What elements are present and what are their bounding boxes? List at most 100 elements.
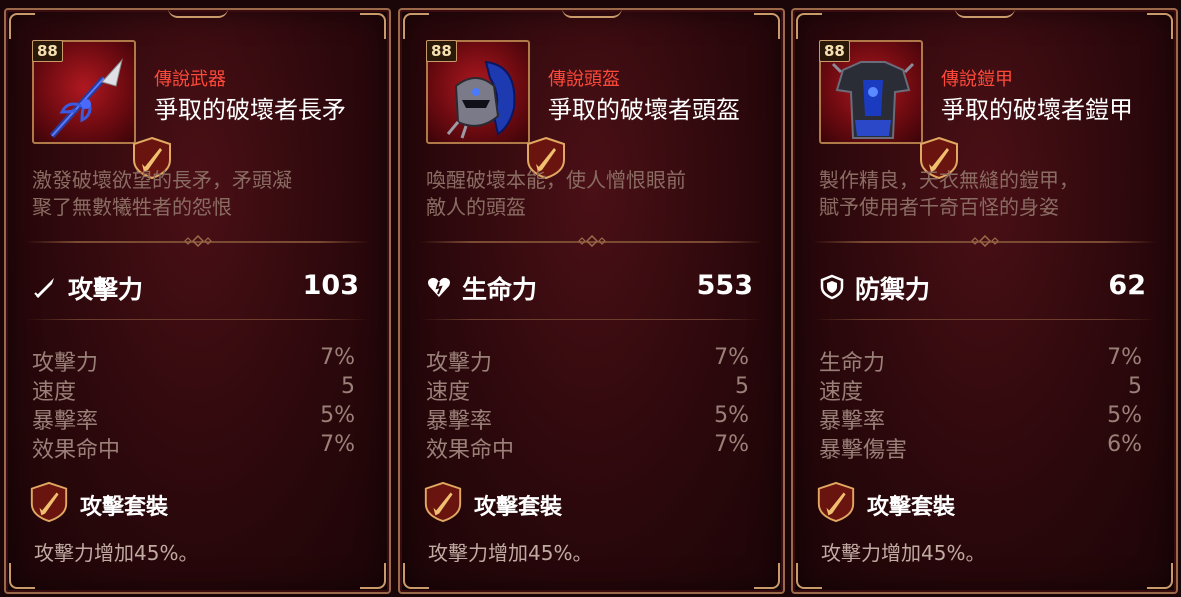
sword-icon	[34, 278, 54, 298]
substat-row: 暴擊率 5%	[819, 403, 1142, 434]
main-stat: 攻擊力 103	[32, 270, 359, 304]
main-stat-value: 553	[696, 270, 753, 301]
level-badge: 88	[32, 40, 63, 62]
frame-corner	[9, 13, 35, 39]
substat-value: 5	[735, 374, 749, 399]
substat-label: 效果命中	[32, 438, 121, 463]
substats-list: 攻擊力 7% 速度 5 暴擊率 5% 效果命中 7%	[426, 345, 749, 463]
substat-value: 7%	[714, 345, 749, 370]
item-name: 爭取的破壞者長矛	[154, 96, 346, 124]
substat-row: 速度 5	[32, 374, 355, 405]
substat-row: 暴擊傷害 6%	[819, 432, 1142, 463]
shield-icon	[820, 274, 844, 300]
substats-list: 生命力 7% 速度 5 暴擊率 5% 暴擊傷害 6%	[819, 345, 1142, 463]
equipment-comparison: 88 傳說武器 爭取的破壞者長矛 激發破壞欲望的長矛，矛頭凝 聚了無數犧牲者的怨…	[0, 0, 1181, 597]
substat-value: 5%	[1107, 403, 1142, 428]
item-card-weapon[interactable]: 88 傳說武器 爭取的破壞者長矛 激發破壞欲望的長矛，矛頭凝 聚了無數犧牲者的怨…	[4, 8, 391, 594]
frame-corner	[403, 563, 429, 589]
item-card-armor[interactable]: 88 傳說鎧甲 爭取的破壞者鎧甲 製作精良，天衣無縫的鎧甲， 賦予使用者千奇百怪…	[791, 8, 1178, 594]
substat-row: 效果命中 7%	[32, 432, 355, 463]
item-rarity: 傳說頭盔	[548, 69, 620, 90]
item-icon-box[interactable]: 88	[819, 40, 958, 180]
substat-value: 5	[341, 374, 355, 399]
main-stat: 防禦力 62	[819, 270, 1146, 304]
main-stat-label: 防禦力	[855, 275, 931, 304]
divider	[26, 319, 369, 320]
substat-label: 暴擊率	[819, 409, 886, 434]
set-name: 攻擊套裝	[867, 495, 956, 520]
main-stat: 生命力 553	[426, 270, 753, 304]
item-description: 製作精良，天衣無縫的鎧甲， 賦予使用者千奇百怪的身姿	[819, 167, 1159, 221]
divider-ornament	[183, 235, 212, 247]
description-line: 激發破壞欲望的長矛，矛頭凝	[32, 168, 292, 192]
item-rarity: 傳說武器	[154, 69, 226, 90]
set-name: 攻擊套裝	[474, 495, 563, 520]
attack-set-icon	[30, 481, 68, 523]
substat-row: 效果命中 7%	[426, 432, 749, 463]
item-description: 激發破壞欲望的長矛，矛頭凝 聚了無數犧牲者的怨恨	[32, 167, 372, 221]
substat-value: 5%	[714, 403, 749, 428]
substat-label: 暴擊傷害	[819, 438, 908, 463]
description-line: 敵人的頭盔	[426, 195, 526, 219]
frame-corner	[754, 13, 780, 39]
main-stat-label: 生命力	[462, 275, 538, 304]
substat-row: 速度 5	[819, 374, 1142, 405]
divider-ornament	[970, 235, 999, 247]
substat-label: 效果命中	[426, 438, 515, 463]
item-name: 爭取的破壞者頭盔	[548, 96, 740, 124]
divider-ornament	[577, 235, 606, 247]
frame-corner	[9, 563, 35, 589]
substat-value: 6%	[1107, 432, 1142, 457]
armor-icon	[831, 61, 915, 139]
substat-value: 7%	[320, 432, 355, 457]
divider	[420, 319, 763, 320]
frame-ornament	[954, 10, 1015, 18]
attack-set-icon	[817, 481, 855, 523]
attack-set-icon	[424, 481, 462, 523]
frame-ornament	[167, 10, 228, 18]
frame-corner	[360, 13, 386, 39]
main-stat-value: 62	[1108, 270, 1146, 301]
set-name: 攻擊套裝	[80, 495, 169, 520]
substat-label: 生命力	[819, 351, 886, 376]
item-card-helmet[interactable]: 88 傳說頭盔 爭取的破壞者頭盔 喚醒破壞本能，使人憎恨眼前 敵人的頭盔 生命力…	[398, 8, 785, 594]
substat-value: 7%	[1107, 345, 1142, 370]
item-rarity: 傳說鎧甲	[941, 69, 1013, 90]
substat-label: 速度	[819, 380, 864, 405]
substat-label: 攻擊力	[426, 351, 493, 376]
level-badge: 88	[426, 40, 457, 62]
set-effect: 攻擊力增加45%。	[821, 541, 986, 565]
substat-row: 攻擊力 7%	[426, 345, 749, 376]
substat-label: 速度	[32, 380, 77, 405]
set-effect: 攻擊力增加45%。	[34, 541, 199, 565]
main-stat-value: 103	[302, 270, 359, 301]
substat-label: 速度	[426, 380, 471, 405]
item-icon-box[interactable]: 88	[426, 40, 565, 180]
description-line: 聚了無數犧牲者的怨恨	[32, 195, 232, 219]
description-line: 喚醒破壞本能，使人憎恨眼前	[426, 168, 686, 192]
divider	[26, 235, 369, 247]
frame-corner	[1147, 13, 1173, 39]
substat-label: 暴擊率	[32, 409, 99, 434]
substat-label: 攻擊力	[32, 351, 99, 376]
main-stat-label: 攻擊力	[68, 275, 144, 304]
frame-ornament	[561, 10, 622, 18]
level-badge: 88	[819, 40, 850, 62]
set-effect: 攻擊力增加45%。	[428, 541, 593, 565]
substat-value: 7%	[320, 345, 355, 370]
description-line: 製作精良，天衣無縫的鎧甲，	[819, 168, 1079, 192]
frame-corner	[360, 563, 386, 589]
substat-row: 生命力 7%	[819, 345, 1142, 376]
item-name: 爭取的破壞者鎧甲	[941, 96, 1133, 124]
heart-icon	[428, 277, 450, 297]
spear-icon	[49, 58, 123, 139]
substat-row: 攻擊力 7%	[32, 345, 355, 376]
substat-row: 暴擊率 5%	[426, 403, 749, 434]
item-description: 喚醒破壞本能，使人憎恨眼前 敵人的頭盔	[426, 167, 766, 221]
helmet-icon	[446, 60, 516, 139]
substat-row: 暴擊率 5%	[32, 403, 355, 434]
frame-corner	[796, 563, 822, 589]
divider	[813, 319, 1156, 320]
item-icon-box[interactable]: 88	[32, 40, 171, 180]
substat-row: 速度 5	[426, 374, 749, 405]
